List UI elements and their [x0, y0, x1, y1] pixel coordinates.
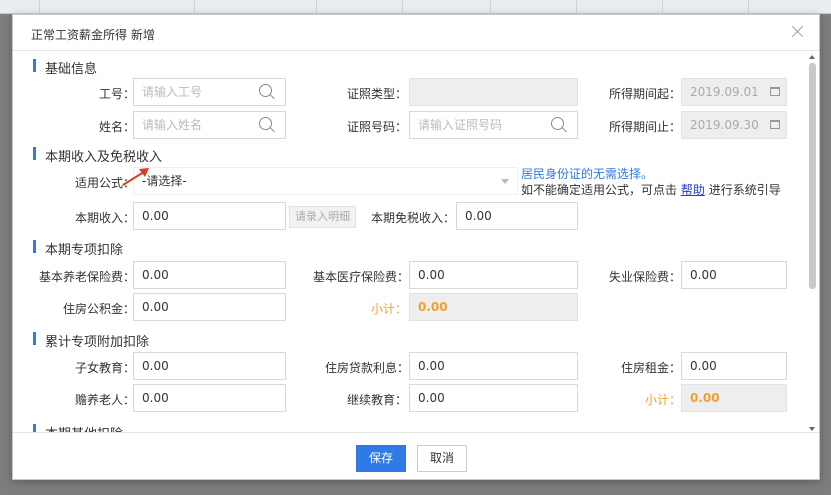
current-income-input[interactable]: 0.00 — [133, 202, 286, 230]
pension-label: 基本养老保险费： — [38, 270, 135, 284]
section-other-deduction: 本期其他扣除 — [33, 423, 123, 432]
background-cell — [577, 0, 663, 14]
mortgage-interest-input[interactable]: 0.00 — [409, 352, 578, 380]
period-start-label: 所得期间起： — [608, 87, 681, 101]
search-icon[interactable] — [551, 117, 567, 133]
background-cell — [40, 0, 195, 14]
save-button[interactable]: 保存 — [356, 445, 406, 472]
section-special-deduction: 本期专项扣除 — [33, 239, 123, 258]
medical-label: 基本医疗保险费： — [312, 270, 409, 284]
background-cell — [663, 0, 749, 14]
housing-fund-input[interactable]: 0.00 — [133, 293, 286, 321]
dialog-body: 基础信息 工号： 请输入工号 证照类型： 所得期间起： 2019.09.01 姓… — [13, 52, 809, 432]
employee-no-placeholder: 请输入工号 — [142, 85, 203, 99]
new-salary-income-dialog: 正常工资薪金所得 新增 基础信息 工号： 请输入工号 证照类型： 所得期间起： … — [12, 14, 820, 480]
formula-help-prefix: 如不能确定适用公式，可点击 — [521, 183, 678, 197]
background-cell — [491, 0, 577, 14]
cancel-button[interactable]: 取消 — [417, 445, 467, 472]
continuing-education-label: 继续教育： — [346, 393, 407, 407]
name-input[interactable]: 请输入姓名 — [133, 111, 286, 139]
unemployment-input[interactable]: 0.00 — [681, 261, 787, 289]
close-icon[interactable] — [789, 23, 807, 41]
background-cell — [195, 0, 317, 14]
scroll-up-icon[interactable] — [809, 55, 815, 59]
id-type-label: 证照类型： — [346, 87, 407, 101]
period-end-label: 所得期间止： — [608, 120, 681, 134]
enter-detail-button[interactable]: 请录入明细 — [289, 206, 356, 228]
id-no-input[interactable]: 请输入证照号码 — [409, 111, 578, 139]
dialog-title-bar: 正常工资薪金所得 新增 — [13, 15, 819, 51]
period-end-input[interactable]: 2019.09.30 — [681, 111, 787, 139]
period-end-value: 2019.09.30 — [690, 118, 759, 132]
formula-help-suffix: 进行系统引导 — [708, 183, 781, 197]
period-start-input[interactable]: 2019.09.01 — [681, 78, 787, 106]
vertical-scrollbar[interactable] — [808, 55, 817, 431]
background-table-header — [0, 0, 831, 14]
unemployment-label: 失业保险费： — [608, 270, 681, 284]
employee-no-label: 工号： — [98, 87, 135, 101]
elderly-support-input[interactable]: 0.00 — [133, 384, 286, 412]
annotation-arrow-icon — [122, 168, 149, 186]
search-icon[interactable] — [259, 117, 275, 133]
special-subtotal-label: 小计： — [370, 302, 407, 316]
tax-free-income-input[interactable]: 0.00 — [456, 202, 578, 230]
help-link[interactable]: 帮助 — [681, 183, 705, 197]
additional-subtotal-value: 0.00 — [681, 384, 787, 412]
medical-input[interactable]: 0.00 — [409, 261, 578, 289]
elderly-support-label: 赡养老人： — [74, 393, 135, 407]
employee-no-input[interactable]: 请输入工号 — [133, 78, 286, 106]
children-education-label: 子女教育： — [74, 361, 135, 375]
calendar-icon[interactable] — [770, 120, 780, 129]
name-label: 姓名： — [98, 120, 135, 134]
housing-rent-label: 住房租金： — [620, 361, 681, 375]
search-icon[interactable] — [259, 84, 275, 100]
section-basic-info: 基础信息 — [33, 58, 97, 77]
section-income: 本期收入及免税收入 — [33, 146, 162, 165]
name-placeholder: 请输入姓名 — [142, 118, 203, 132]
period-start-value: 2019.09.01 — [690, 85, 759, 99]
current-income-label: 本期收入： — [74, 211, 135, 225]
section-additional-deduction: 累计专项附加扣除 — [33, 331, 149, 350]
chevron-down-icon — [501, 179, 509, 184]
scroll-down-icon[interactable] — [809, 427, 815, 431]
id-no-placeholder: 请输入证照号码 — [418, 118, 503, 132]
housing-rent-input[interactable]: 0.00 — [681, 352, 787, 380]
children-education-input[interactable]: 0.00 — [133, 352, 286, 380]
background-cell — [0, 0, 40, 14]
calendar-icon[interactable] — [770, 87, 780, 96]
dialog-footer: 保存 取消 — [13, 432, 819, 481]
mortgage-interest-label: 住房贷款利息： — [324, 361, 409, 375]
scrollbar-thumb[interactable] — [809, 63, 816, 289]
id-no-label: 证照号码： — [346, 120, 407, 134]
special-subtotal-value: 0.00 — [409, 293, 578, 321]
pension-input[interactable]: 0.00 — [133, 261, 286, 289]
dialog-title: 正常工资薪金所得 新增 — [31, 28, 155, 42]
formula-select[interactable]: -请选择- — [133, 167, 518, 195]
background-cell — [403, 0, 491, 14]
id-type-select[interactable] — [409, 78, 578, 106]
tax-free-income-label: 本期免税收入： — [370, 211, 455, 225]
housing-fund-label: 住房公积金： — [62, 302, 135, 316]
background-cell — [317, 0, 403, 14]
formula-help-hint: 如不能确定适用公式，可点击 帮助 进行系统引导 — [521, 181, 781, 198]
additional-subtotal-label: 小计： — [644, 393, 681, 407]
continuing-education-input[interactable]: 0.00 — [409, 384, 578, 412]
id-card-hint: 居民身份证的无需选择。 — [521, 167, 654, 181]
